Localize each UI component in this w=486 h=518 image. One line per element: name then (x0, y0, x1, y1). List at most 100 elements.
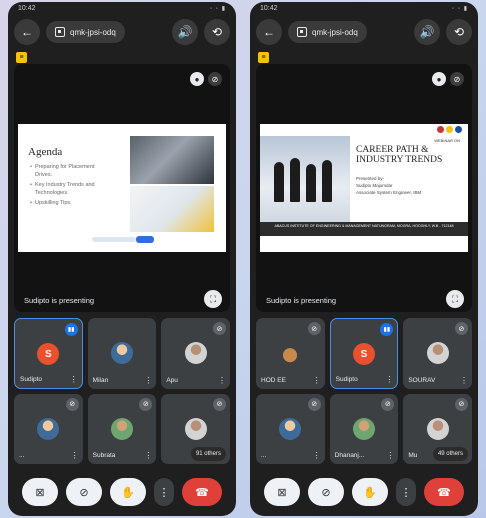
participant-name: Dhananj... (334, 452, 365, 459)
participant-name: Apu (166, 376, 178, 384)
participant-tile[interactable]: ⊘ Mu 49 others (403, 393, 472, 464)
mic-off-button[interactable]: ⊘ (66, 478, 102, 506)
avatar (184, 417, 207, 440)
others-count[interactable]: 91 others (190, 447, 226, 461)
slide-presenter: Presented by- Sudipto Majumdar Associate… (356, 176, 421, 196)
mic-off-icon: ⊘ (321, 486, 331, 499)
raise-hand-button[interactable]: ✋ (110, 478, 146, 506)
avatar (110, 417, 133, 440)
pin-icon[interactable]: ● (190, 72, 204, 86)
slide-toolbar (92, 237, 136, 242)
switch-camera-button[interactable]: ⟲ (446, 19, 472, 45)
avatar (184, 342, 207, 364)
call-controls: ⊠ ⊘ ✋ ⋮ ☎ (18, 474, 226, 510)
more-vert-icon: ⋮ (158, 486, 170, 499)
participant-tile[interactable]: ⊘ ... ⋮ (256, 393, 325, 464)
hand-icon: ✋ (363, 486, 377, 499)
mic-off-icon: ⊘ (208, 72, 222, 86)
participant-name: Sudipto (20, 375, 43, 383)
participant-name: Sudipto (335, 375, 358, 383)
pin-icon[interactable]: ● (432, 72, 446, 86)
camera-off-icon: ⊠ (277, 486, 287, 499)
fullscreen-icon[interactable]: ⛶ (446, 290, 464, 308)
participant-tile[interactable]: Milan ⋮ (87, 318, 157, 389)
presenting-label: Sudipto is presenting (24, 296, 95, 305)
more-vert-icon: ⋮ (400, 486, 412, 499)
fullscreen-icon[interactable]: ⛶ (204, 290, 222, 308)
participant-tile[interactable]: ⊘ Subrata ⋮ (87, 393, 157, 464)
slide-title: CAREER PATH & INDUSTRY TRENDS (356, 145, 443, 165)
mic-off-icon: ⊘ (212, 322, 226, 335)
more-vert-icon[interactable]: ⋮ (385, 375, 393, 384)
hand-icon: ✋ (121, 486, 135, 499)
calendar-icon (55, 27, 65, 37)
avatar (426, 417, 449, 440)
participant-tile[interactable]: ⊘ Dhananj... ⋮ (329, 393, 399, 464)
raise-hand-button[interactable]: ✋ (352, 478, 388, 506)
status-icons: ◦ ◦ ▮ (210, 5, 226, 12)
slide-bullet: Preparing for Placement Drives. (30, 164, 108, 180)
mic-off-icon: ⊘ (381, 397, 395, 411)
participant-tile[interactable]: ▮▮ S Sudipto ⋮ (329, 318, 399, 389)
phone-hangup-icon: ☎ (195, 486, 209, 499)
participant-tile[interactable]: ⊘ SOURAV ⋮ (403, 318, 472, 389)
more-vert-icon[interactable]: ⋮ (70, 375, 78, 384)
more-vert-icon[interactable]: ⋮ (144, 451, 152, 460)
participant-tile[interactable]: ▮▮ S Sudipto ⋮ (14, 318, 83, 389)
participant-name: Mu (408, 452, 418, 459)
more-vert-icon[interactable]: ⋮ (144, 376, 152, 385)
phone-screen-right: 10:42 ◦ ◦ ▮ ← qmk-jpsi-odq 🔊 ⟲ ≡ ● ⊘ WEB… (250, 2, 478, 516)
meeting-code: qmk-jpsi-odq (312, 27, 358, 37)
camera-off-button[interactable]: ⊠ (264, 478, 300, 506)
camera-off-button[interactable]: ⊠ (22, 478, 58, 506)
more-options-button[interactable]: ⋮ (154, 478, 174, 506)
more-vert-icon[interactable]: ⋮ (71, 451, 79, 460)
end-call-button[interactable]: ☎ (424, 478, 464, 506)
meeting-code-pill[interactable]: qmk-jpsi-odq (288, 21, 367, 43)
slide-toolbar-button (136, 236, 154, 243)
others-count[interactable]: 49 others (432, 447, 468, 461)
slide-photo-tools (130, 186, 214, 232)
more-vert-icon[interactable]: ⋮ (313, 451, 321, 460)
participant-name: Milan (92, 376, 109, 384)
mic-off-icon: ⊘ (454, 322, 468, 335)
speaker-icon: 🔊 (177, 25, 193, 39)
mic-off-icon: ⊘ (450, 72, 464, 86)
slide-banner: ABACUS INSTITUTE OF ENGINEERING & MANAGE… (260, 222, 468, 236)
slide-subtitle: WEBINAR ON (434, 138, 460, 143)
participant-tile[interactable]: ⊘ 91 others (161, 393, 230, 464)
participant-tile[interactable]: ⊘ HOD EE ⋮ (256, 318, 325, 389)
participant-name: Subrata (92, 452, 116, 459)
participant-grid: ▮▮ S Sudipto ⋮ Milan ⋮ ⊘ Apu ⋮ ⊘ ... ⋮ ⊘… (14, 318, 230, 464)
participant-grid: ⊘ HOD EE ⋮ ▮▮ S Sudipto ⋮ ⊘ SOURAV ⋮ ⊘ .… (256, 318, 472, 464)
meeting-code-pill[interactable]: qmk-jpsi-odq (46, 21, 125, 43)
participant-tile[interactable]: ⊘ Apu ⋮ (161, 318, 230, 389)
speaking-icon: ▮▮ (64, 323, 78, 336)
mic-off-button[interactable]: ⊘ (308, 478, 344, 506)
slide-title: Agenda (28, 146, 63, 158)
avatar: S (37, 343, 60, 365)
end-call-button[interactable]: ☎ (182, 478, 222, 506)
more-options-button[interactable]: ⋮ (396, 478, 416, 506)
top-bar: ← qmk-jpsi-odq 🔊 ⟲ (8, 16, 236, 48)
switch-camera-icon: ⟲ (453, 25, 465, 39)
mic-off-icon: ⊘ (65, 397, 79, 411)
more-vert-icon[interactable]: ⋮ (218, 376, 226, 385)
more-vert-icon[interactable]: ⋮ (313, 376, 321, 385)
more-vert-icon[interactable]: ⋮ (460, 376, 468, 385)
speaker-button[interactable]: 🔊 (414, 19, 440, 45)
presentation-stage: ● ⊘ WEBINAR ON CAREER PATH & INDUSTRY TR… (256, 64, 472, 312)
avatar (279, 417, 302, 440)
switch-camera-icon: ⟲ (211, 25, 223, 39)
presenter-line: Associate System Engineer, IBM (356, 189, 422, 195)
mic-off-icon: ⊘ (454, 397, 468, 411)
slide-photo-people (260, 136, 350, 222)
participant-name: ... (261, 452, 267, 459)
switch-camera-button[interactable]: ⟲ (204, 19, 230, 45)
speaker-button[interactable]: 🔊 (172, 19, 198, 45)
back-button[interactable]: ← (14, 19, 40, 45)
more-vert-icon[interactable]: ⋮ (386, 451, 394, 460)
avatar: S (352, 343, 375, 365)
participant-tile[interactable]: ⊘ ... ⋮ (14, 393, 83, 464)
back-button[interactable]: ← (256, 19, 282, 45)
